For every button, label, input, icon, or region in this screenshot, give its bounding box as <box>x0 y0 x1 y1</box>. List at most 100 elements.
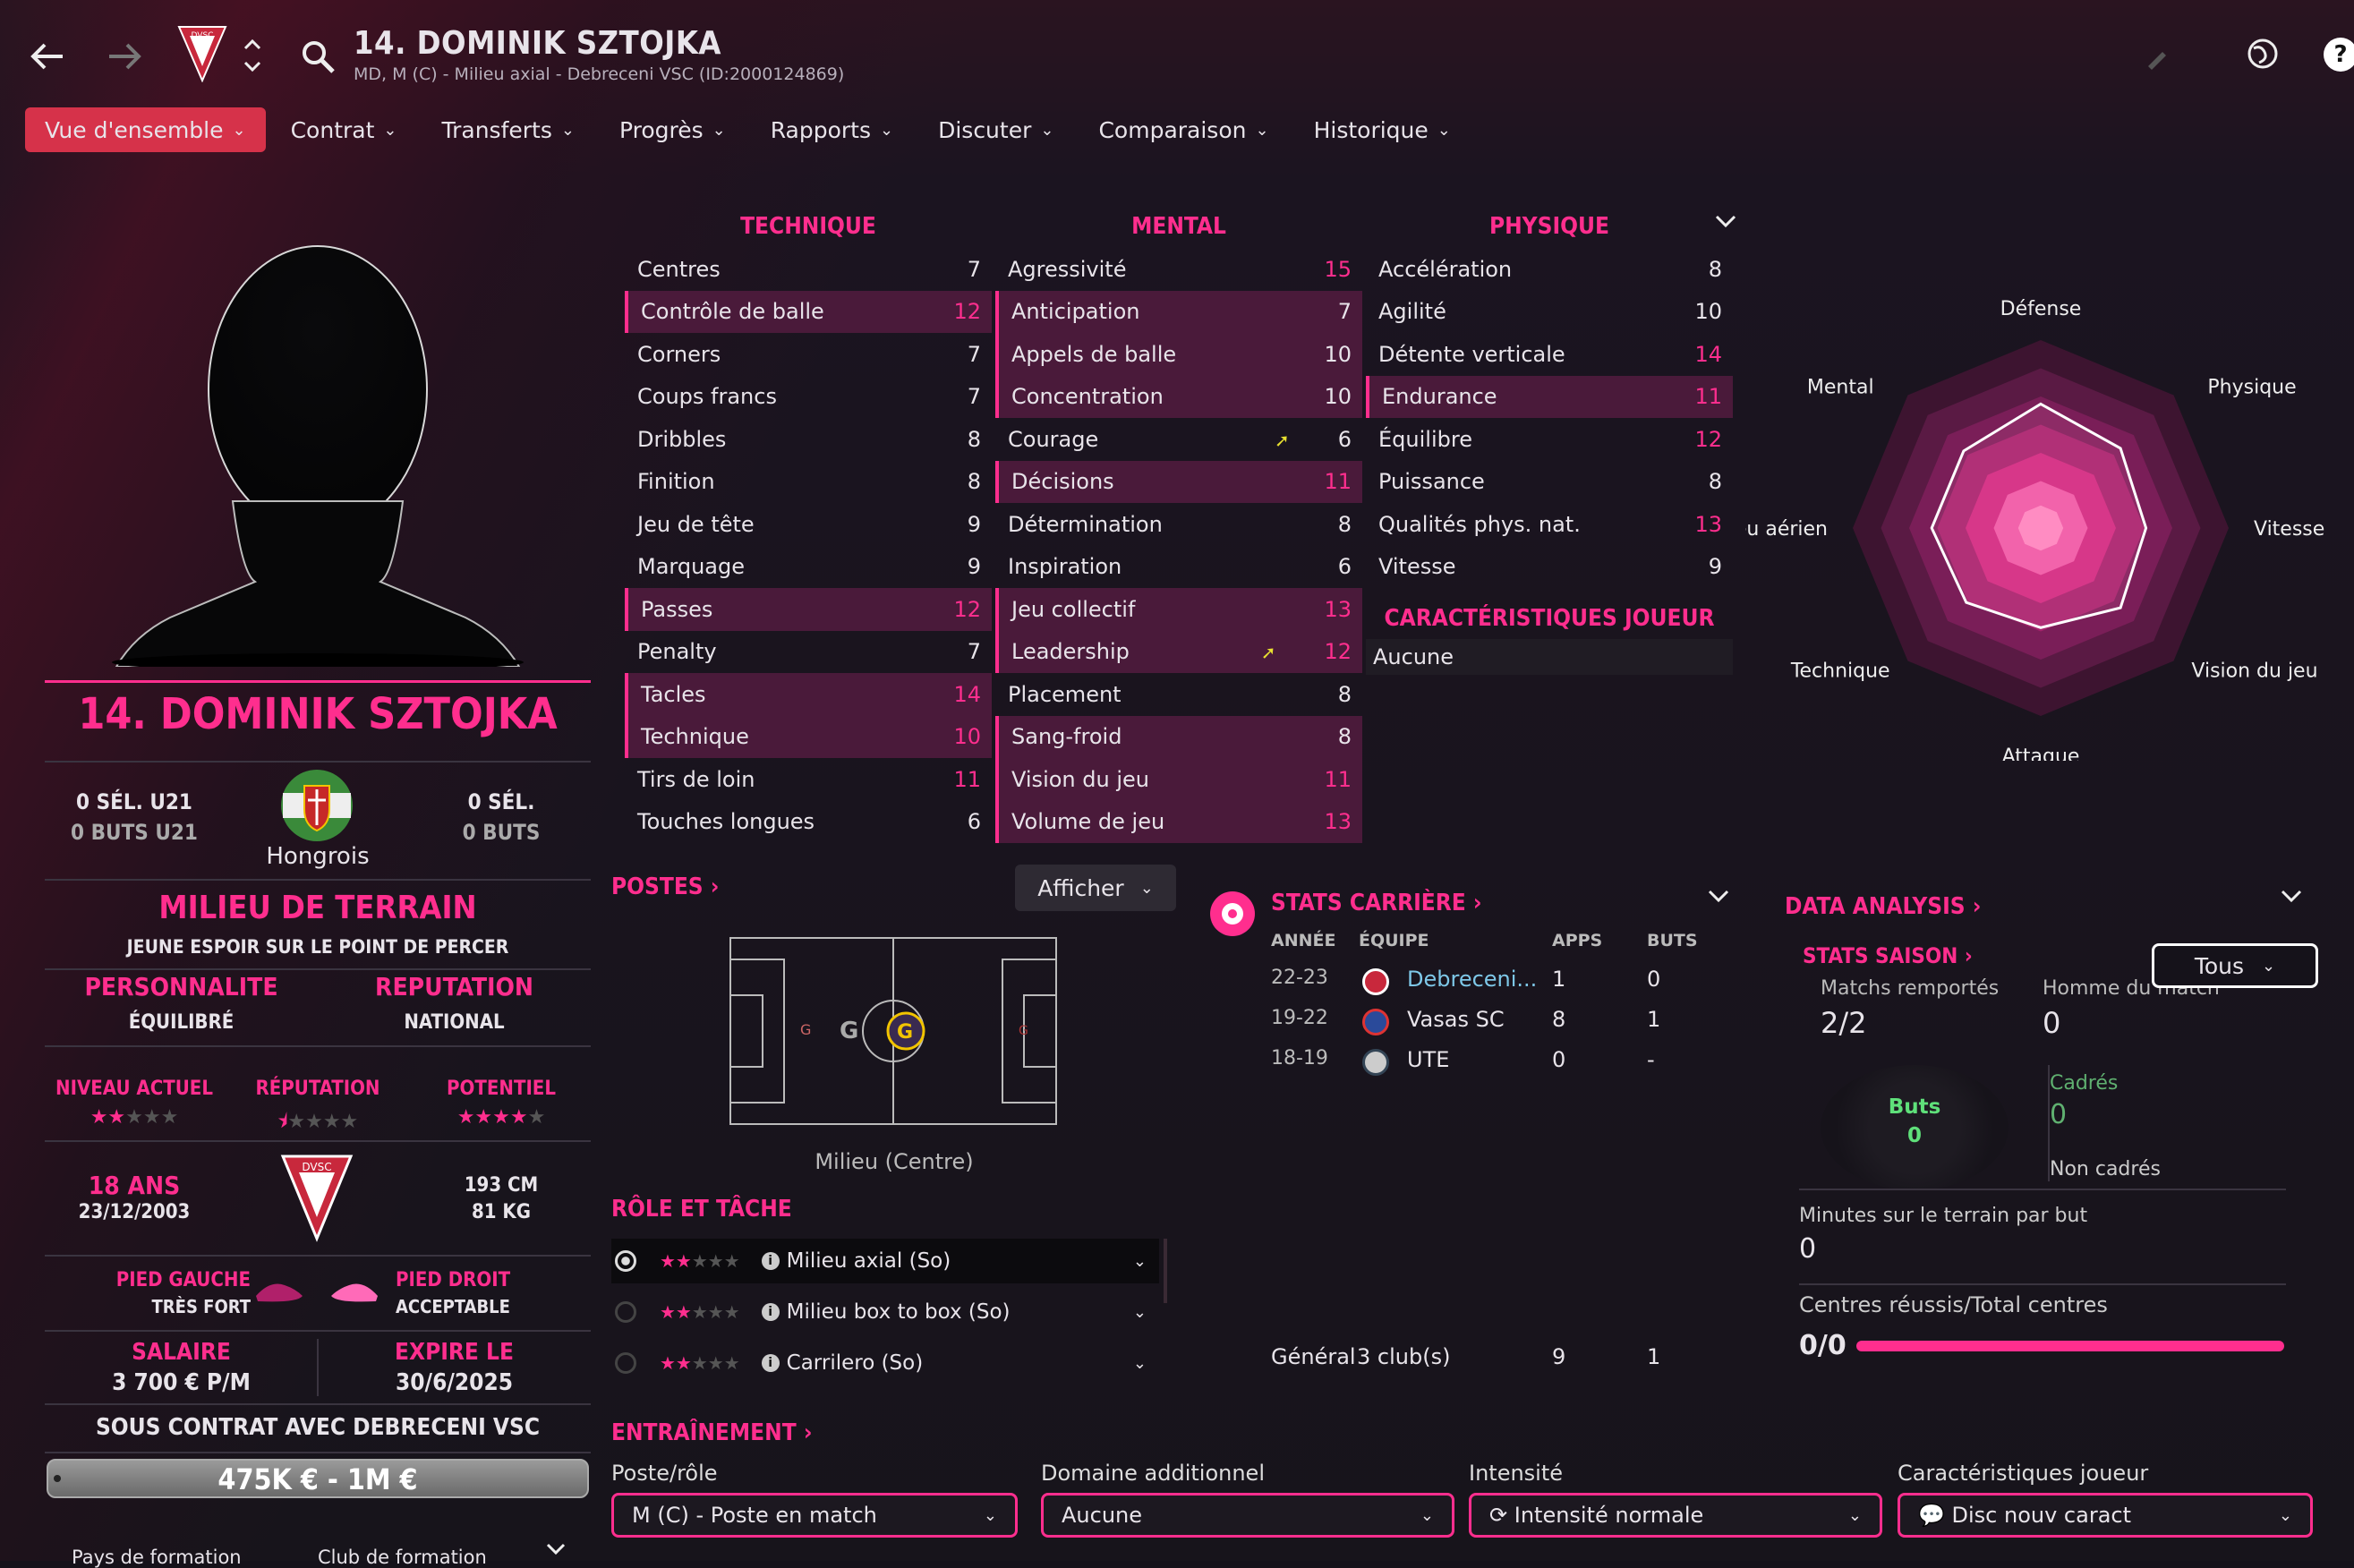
attribute-row[interactable]: Corners 7 <box>625 333 992 376</box>
attribute-row[interactable]: Inspiration 6 <box>995 546 1362 589</box>
intensity-label: Intensité <box>1469 1461 1564 1486</box>
attribute-row[interactable]: Marquage 9 <box>625 546 992 589</box>
chevron-down-icon[interactable]: ⌄ <box>1133 1354 1147 1373</box>
potential-label: POTENTIEL <box>447 1078 556 1100</box>
radar-label: Vision du jeu <box>2191 660 2317 682</box>
season-stats-title[interactable]: STATS SAISON › <box>1803 943 1973 968</box>
career-team[interactable]: UTE <box>1407 1047 1449 1072</box>
minutes-per-goal-value: 0 <box>1799 1233 1817 1265</box>
chevron-down-icon[interactable]: ⌄ <box>1133 1303 1147 1322</box>
reputation-stars: ⯨★★★★ <box>277 1111 359 1133</box>
attribute-row[interactable]: Puissance 8 <box>1366 461 1733 504</box>
extra-focus-select[interactable]: Aucune ⌄ <box>1041 1493 1454 1538</box>
attribute-row[interactable]: Leadership ➚ 12 <box>995 630 1362 673</box>
attribute-row[interactable]: Qualités phys. nat. 13 <box>1366 503 1733 546</box>
role-item[interactable]: ★★★★★ i Carrilero (So) ⌄ <box>611 1341 1159 1385</box>
attribute-row[interactable]: Équilibre 12 <box>1366 418 1733 461</box>
attribute-row[interactable]: Passes 12 <box>625 588 992 631</box>
attribute-row[interactable]: Agilité 10 <box>1366 291 1733 334</box>
attribute-row[interactable]: Touches longues 6 <box>625 801 992 844</box>
attribute-row[interactable]: Tacles 14 <box>625 673 992 716</box>
attribute-row[interactable]: Détente verticale 14 <box>1366 333 1733 376</box>
attribute-row[interactable]: Finition 8 <box>625 461 992 504</box>
attribute-row[interactable]: Volume de jeu 13 <box>995 800 1362 843</box>
attribute-name: Leadership <box>1011 639 1130 665</box>
club-crest-icon[interactable]: DVSC <box>279 1153 354 1242</box>
attribute-row[interactable]: Vitesse 9 <box>1366 546 1733 589</box>
attribute-row[interactable]: Concentration 10 <box>995 375 1362 418</box>
attributes-chevron-icon[interactable] <box>1713 211 1738 231</box>
career-chevron-icon[interactable] <box>1706 886 1731 906</box>
radio-icon[interactable] <box>615 1250 636 1272</box>
role-item[interactable]: ★★★★★ i Milieu axial (So) ⌄ <box>611 1239 1159 1283</box>
attribute-row[interactable]: Contrôle de balle 12 <box>625 290 992 333</box>
edit-pencil-icon[interactable] <box>2145 43 2171 70</box>
attribute-row[interactable]: Détermination 8 <box>995 503 1362 546</box>
show-dropdown[interactable]: Afficher ⌄ <box>1015 865 1176 911</box>
radio-icon[interactable] <box>615 1352 636 1374</box>
tab-transfers[interactable]: Transferts ⌄ <box>422 107 594 152</box>
club-badge-icon[interactable]: DVSC <box>177 25 227 82</box>
player-switch-icon[interactable] <box>240 34 265 77</box>
attribute-row[interactable]: Penalty 7 <box>625 631 992 674</box>
attribute-row[interactable]: Vision du jeu 11 <box>995 758 1362 801</box>
forward-arrow-icon[interactable] <box>104 36 145 77</box>
u21-goals: 0 BUTS U21 <box>71 820 198 845</box>
attribute-name: Courage <box>1008 426 1099 452</box>
globe-icon[interactable] <box>2245 36 2281 72</box>
attribute-row[interactable]: Jeu collectif 13 <box>995 588 1362 631</box>
attribute-row[interactable]: Anticipation 7 <box>995 290 1362 333</box>
attribute-row[interactable]: Dribbles 8 <box>625 418 992 461</box>
search-icon[interactable] <box>301 39 337 75</box>
transfer-value: 475K € - 1M € <box>217 1462 418 1496</box>
hungary-flag-icon[interactable] <box>279 768 354 843</box>
attribute-row[interactable]: Décisions 11 <box>995 460 1362 503</box>
career-team[interactable]: Debreceni... <box>1407 967 1537 992</box>
attribute-name: Décisions <box>1011 469 1114 495</box>
attribute-row[interactable]: Endurance 11 <box>1366 375 1733 418</box>
training-title[interactable]: ENTRAÎNEMENT › <box>611 1419 812 1446</box>
info-icon[interactable]: i <box>761 1303 780 1321</box>
help-icon[interactable]: ? <box>2324 38 2354 72</box>
trait-training-select[interactable]: 💬 Disc nouv caract ⌄ <box>1898 1493 2313 1538</box>
data-analysis-chevron-icon[interactable] <box>2279 886 2304 906</box>
attribute-row[interactable]: Agressivité 15 <box>995 248 1362 291</box>
attribute-row[interactable]: Accélération 8 <box>1366 248 1733 291</box>
age: 18 ANS <box>88 1171 181 1200</box>
radar-label: Jeu aérien <box>1745 518 1828 541</box>
attribute-row[interactable]: Centres 7 <box>625 248 992 291</box>
attribute-row[interactable]: Coups francs 7 <box>625 376 992 419</box>
info-icon[interactable]: i <box>761 1252 780 1270</box>
attribute-row[interactable]: Appels de balle 10 <box>995 333 1362 376</box>
attribute-row[interactable]: Technique 10 <box>625 715 992 758</box>
tab-progress[interactable]: Progrès ⌄ <box>600 107 746 152</box>
attribute-value: 12 <box>953 596 981 622</box>
attribute-row[interactable]: Jeu de tête 9 <box>625 503 992 546</box>
back-arrow-icon[interactable] <box>27 36 68 77</box>
attribute-value: 14 <box>1694 341 1722 367</box>
tab-discuss[interactable]: Discuter ⌄ <box>918 107 1073 152</box>
career-team[interactable]: Vasas SC <box>1407 1007 1505 1032</box>
info-icon[interactable]: i <box>761 1354 780 1372</box>
data-analysis-title[interactable]: DATA ANALYSIS › <box>1785 893 1981 920</box>
radio-icon[interactable] <box>615 1301 636 1323</box>
chevron-down-icon[interactable] <box>544 1539 567 1557</box>
attribute-value: 12 <box>1694 426 1722 452</box>
attribute-row[interactable]: Sang-froid 8 <box>995 715 1362 758</box>
training-role-select[interactable]: M (C) - Poste en match ⌄ <box>611 1493 1018 1538</box>
attribute-row[interactable]: Tirs de loin 11 <box>625 758 992 801</box>
career-stats-title[interactable]: STATS CARRIÈRE › <box>1271 890 1482 916</box>
attribute-row[interactable]: Placement 8 <box>995 673 1362 716</box>
role-item[interactable]: ★★★★★ i Milieu box to box (So) ⌄ <box>611 1290 1159 1334</box>
positions-title[interactable]: POSTES › <box>611 873 719 900</box>
attribute-row[interactable]: Courage ➚ 6 <box>995 418 1362 461</box>
chevron-down-icon[interactable]: ⌄ <box>1133 1252 1147 1271</box>
season-filter-dropdown[interactable]: Tous ⌄ <box>2152 943 2318 988</box>
intensity-select[interactable]: ⟳ Intensité normale ⌄ <box>1469 1493 1882 1538</box>
tab-overview[interactable]: Vue d'ensemble ⌄ <box>25 107 266 152</box>
attribute-value: 12 <box>953 299 981 325</box>
tab-comparison[interactable]: Comparaison ⌄ <box>1079 107 1288 152</box>
tab-reports[interactable]: Rapports ⌄ <box>751 107 913 152</box>
tab-contract[interactable]: Contrat ⌄ <box>271 107 417 152</box>
tab-history[interactable]: Historique ⌄ <box>1294 107 1471 152</box>
